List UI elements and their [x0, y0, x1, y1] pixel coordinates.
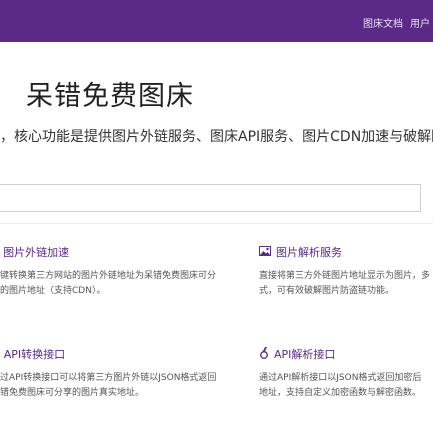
feature-desc-api-parse: 通过API解析接口以JSON格式返回加密后 地址，支持自定义加密函数与解密函数。	[259, 371, 421, 401]
feature-desc-line: 的图片地址（支持CDN）。	[0, 286, 106, 296]
feature-title-link: ⤷ 图片外链加速	[0, 244, 69, 260]
feature-desc-api-convert: 过API转换接口可以将第三方图片外链以JSON格式返回 错免费图床可分享的图片真…	[0, 371, 216, 401]
feature-desc-line: 过API转换接口可以将第三方图片外链以JSON格式返回	[0, 373, 217, 383]
feature-desc-link: 键转换第三方网站的图片外链地址为呆错免费图床可分 的图片地址（支持CDN）。	[0, 269, 216, 299]
feature-title-api-parse: API解析接口	[259, 346, 335, 362]
feature-title-text: API解析接口	[274, 348, 336, 361]
nav-link-user[interactable]: 用户	[410, 15, 430, 30]
nav-link-docs[interactable]: 图床文档	[363, 15, 403, 30]
feature-desc-line: 错免费图床可分享的图片真实地址。	[0, 388, 145, 398]
image-icon	[259, 245, 271, 259]
feature-desc-line: 通过API解析接口以JSON格式返回加密后	[259, 373, 422, 383]
feature-title-image: 图片解析服务	[259, 244, 342, 260]
feature-desc-line: 地址，支持自定义加密函数与解密函数。	[259, 388, 422, 398]
feature-desc-line: 键转换第三方网站的图片外链地址为呆错免费图床可分	[0, 271, 217, 281]
feature-title-text: 图片解析服务	[276, 246, 342, 259]
search-input[interactable]	[0, 184, 421, 212]
feature-title-api-convert: » API转换接口	[0, 346, 65, 362]
feature-desc-line: 式，可有效破解图片防盗链功能。	[259, 286, 395, 296]
feature-title-text: API转换接口	[3, 348, 66, 361]
feature-desc-line: 直接将第三方外链图片地址显示为图片，多	[259, 271, 431, 281]
page-title: 呆错免费图床	[26, 81, 194, 112]
page-subtitle: ，核心功能是提供图片外链服务、图床API服务、图片CDN加速与破解防	[0, 129, 433, 145]
feature-desc-image: 直接将第三方外链图片地址显示为图片，多 式，可有效破解图片防盗链功能。	[259, 269, 430, 299]
section-divider	[0, 223, 433, 224]
medal-icon	[259, 346, 269, 362]
feature-title-text: 图片外链加速	[3, 246, 70, 259]
